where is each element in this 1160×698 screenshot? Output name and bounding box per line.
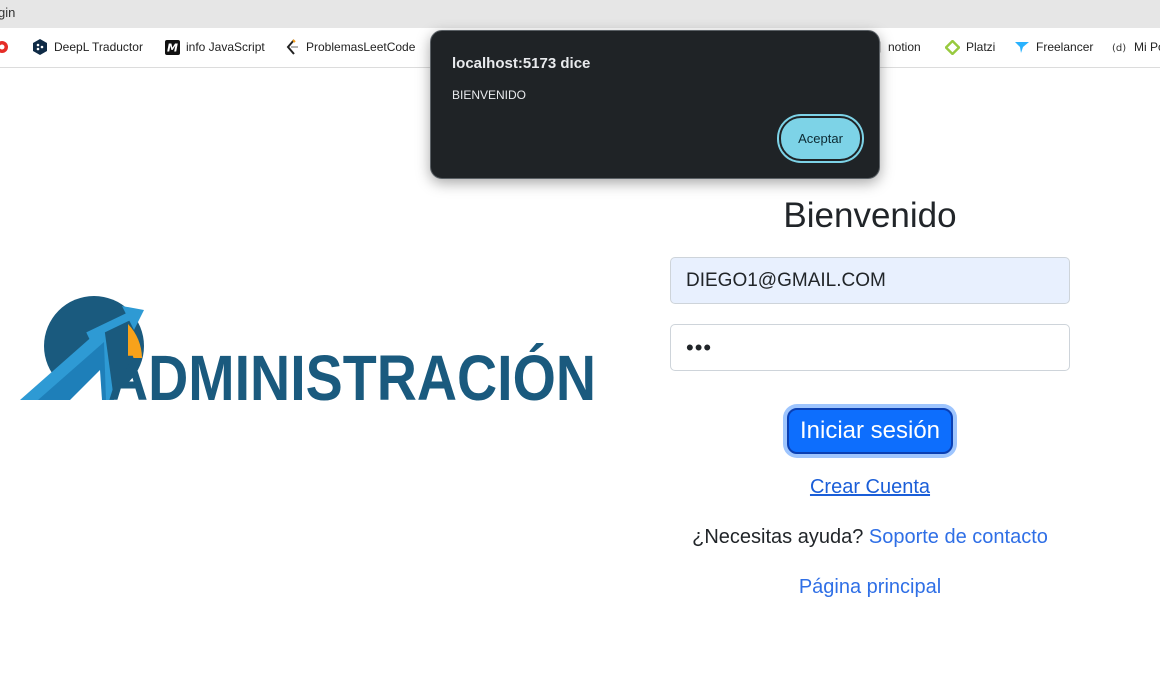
freelancer-icon [1014,39,1030,55]
bookmark-label: notion [888,40,921,54]
alert-title: localhost:5173 dice [452,55,591,72]
logo-text: ADMINISTRACIÓN [108,342,596,406]
bookmark-youtube[interactable] [0,39,10,55]
create-account-link[interactable]: Crear Cuenta [670,476,1070,499]
bookmark-mi-portfolio[interactable]: (d) Mi Po [1112,39,1160,55]
tab-title-fragment: gin [0,5,16,20]
bookmark-platzi[interactable]: Platzi [944,39,995,55]
deepl-icon [32,39,48,55]
bookmark-label: DeepL Traductor [54,40,143,54]
svg-text:(d): (d) [1112,43,1126,54]
bookmark-freelancer[interactable]: Freelancer [1014,39,1093,55]
leetcode-icon [284,39,300,55]
email-input[interactable] [670,257,1070,304]
home-page-link[interactable]: Página principal [670,576,1070,599]
bookmark-info-javascript[interactable]: M info JavaScript [164,39,265,55]
bookmark-leetcode[interactable]: ProblemasLeetCode [284,39,415,55]
bookmark-label: Freelancer [1036,40,1094,54]
login-button[interactable]: Iniciar sesión [787,408,953,454]
bookmark-deepl[interactable]: DeepL Traductor [32,39,143,55]
accept-button[interactable]: Aceptar [779,116,862,161]
m-logo-icon: M [164,39,180,55]
support-contact-link[interactable]: Soporte de contacto [869,526,1048,548]
alert-dialog: localhost:5173 dice BIENVENIDO Aceptar [430,30,880,179]
welcome-heading: Bienvenido [783,196,957,235]
platzi-icon [944,39,960,55]
bookmark-label: Mi Po [1134,40,1160,54]
alert-message: BIENVENIDO [452,88,527,102]
svg-text:M: M [167,41,178,54]
administracion-logo: ADMINISTRACIÓN [18,296,600,414]
bookmark-label: info JavaScript [186,40,265,54]
youtube-icon [0,39,10,55]
help-line: ¿Necesitas ayuda? Soporte de contacto [670,526,1070,549]
help-text: ¿Necesitas ayuda? [692,526,864,548]
mi-portfolio-icon: (d) [1112,39,1128,55]
browser-top-strip: gin [0,0,1160,28]
bookmark-label: ProblemasLeetCode [306,40,416,54]
bookmark-label: Platzi [966,40,996,54]
password-input[interactable] [670,324,1070,371]
